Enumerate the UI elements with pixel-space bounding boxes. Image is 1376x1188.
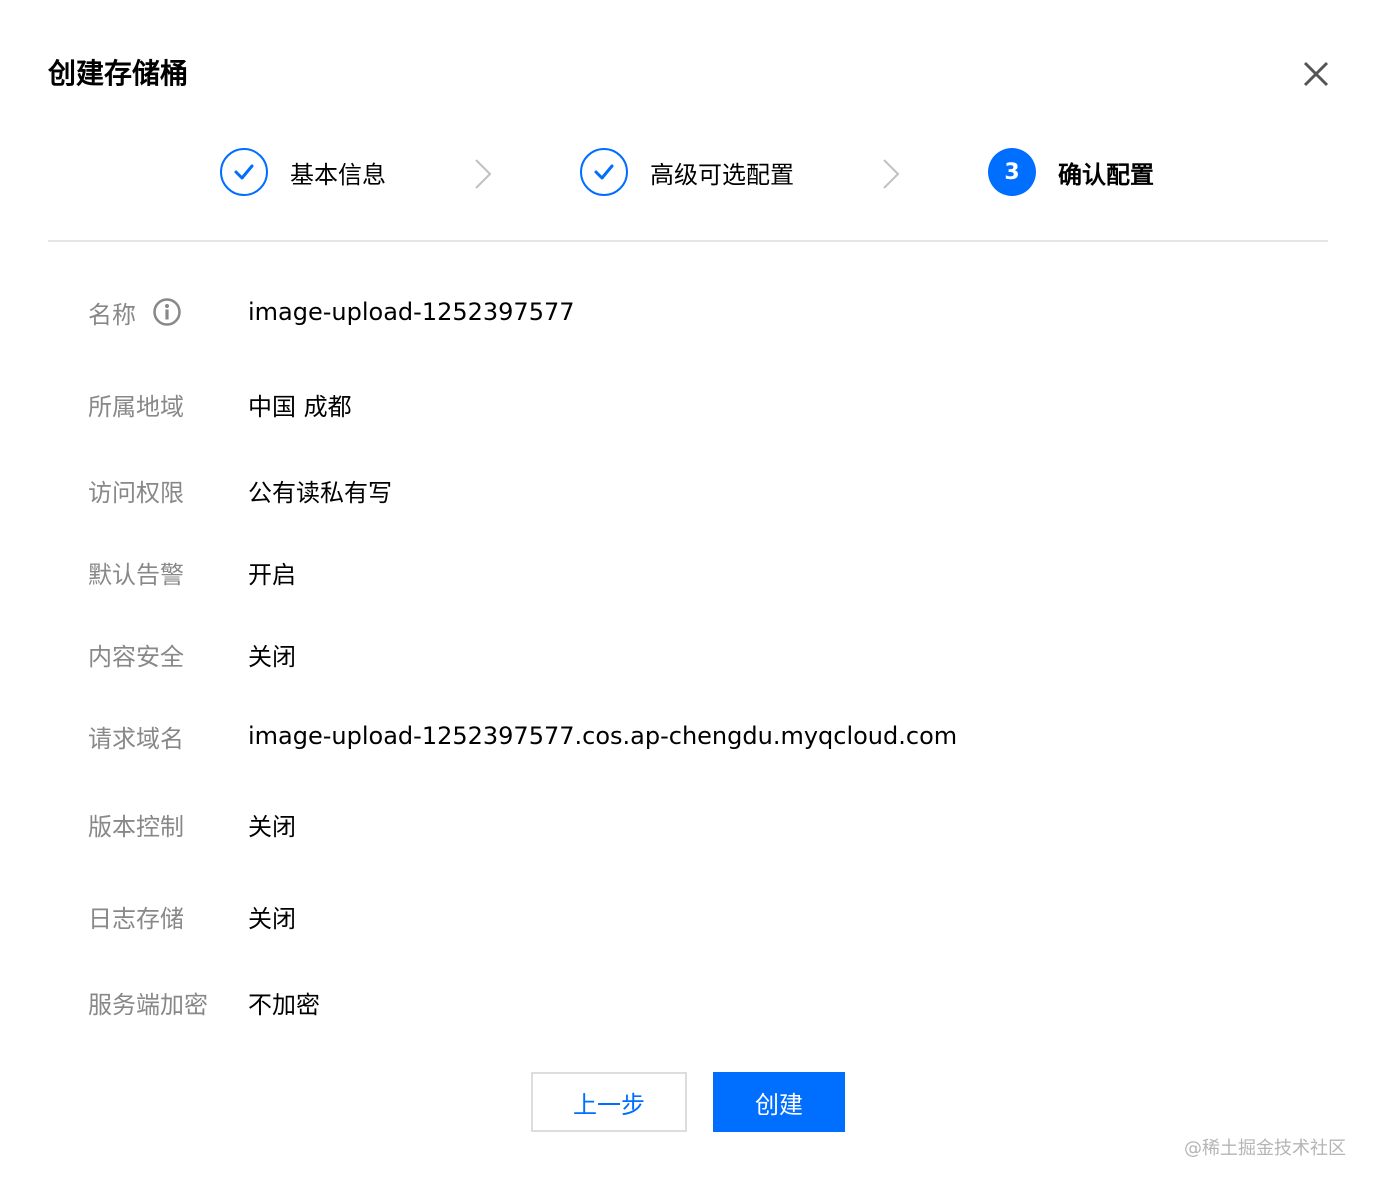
step-label: 确认配置 <box>1058 160 1154 189</box>
field-row-domain: 请求域名 image-upload-1252397577.cos.ap-chen… <box>88 716 957 756</box>
step-label: 高级可选配置 <box>650 160 794 189</box>
field-label: 内容安全 <box>88 642 184 671</box>
chevron-right-icon <box>883 159 900 189</box>
field-value: 关闭 <box>248 642 296 671</box>
step-advanced-config: 高级可选配置 <box>580 146 794 198</box>
close-button[interactable] <box>1296 54 1336 94</box>
field-row-versioning: 版本控制 关闭 <box>88 804 296 844</box>
check-icon <box>234 164 254 180</box>
info-icon[interactable] <box>152 297 182 327</box>
watermark: @稀土掘金技术社区 <box>1184 1138 1346 1159</box>
field-label: 请求域名 <box>88 724 184 753</box>
field-value: 不加密 <box>248 990 320 1019</box>
step-done-circle <box>580 148 628 196</box>
field-value: 中国 成都 <box>248 392 352 421</box>
field-value: 关闭 <box>248 812 296 841</box>
field-row-logging: 日志存储 关闭 <box>88 896 296 936</box>
step-indicator: 基本信息 高级可选配置 3 确认配置 <box>0 144 1376 200</box>
field-value: 关闭 <box>248 904 296 933</box>
field-label: 访问权限 <box>88 478 184 507</box>
field-value: image-upload-1252397577.cos.ap-chengdu.m… <box>248 722 958 750</box>
field-row-access: 访问权限 公有读私有写 <box>88 470 392 510</box>
prev-step-button[interactable]: 上一步 <box>531 1072 687 1132</box>
field-label: 日志存储 <box>88 904 184 933</box>
field-row-content-security: 内容安全 关闭 <box>88 634 296 674</box>
step-confirm-config: 3 确认配置 <box>988 146 1154 198</box>
create-bucket-dialog: 创建存储桶 基本信息 高级可选配置 3 确认配置 名称 image-upload… <box>0 0 1376 1188</box>
dialog-title: 创建存储桶 <box>48 57 189 90</box>
field-row-alarm: 默认告警 开启 <box>88 552 296 592</box>
header-divider <box>48 240 1328 242</box>
field-row-region: 所属地域 中国 成都 <box>88 384 352 424</box>
step-basic-info: 基本信息 <box>220 146 386 198</box>
chevron-right-icon <box>475 159 492 189</box>
step-number-badge: 3 <box>988 148 1036 196</box>
check-icon <box>594 164 614 180</box>
field-label: 所属地域 <box>88 392 184 421</box>
field-label: 默认告警 <box>88 560 184 589</box>
field-value: image-upload-1252397577 <box>248 298 575 326</box>
step-done-circle <box>220 148 268 196</box>
field-row-name: 名称 image-upload-1252397577 <box>88 292 575 332</box>
step-label: 基本信息 <box>290 160 386 189</box>
field-label: 服务端加密 <box>88 990 208 1019</box>
field-label: 版本控制 <box>88 812 184 841</box>
field-label: 名称 <box>88 300 136 329</box>
field-row-encryption: 服务端加密 不加密 <box>88 982 320 1022</box>
field-value: 公有读私有写 <box>248 478 392 507</box>
close-icon <box>1303 61 1329 87</box>
field-value: 开启 <box>248 560 296 589</box>
create-button[interactable]: 创建 <box>713 1072 845 1132</box>
